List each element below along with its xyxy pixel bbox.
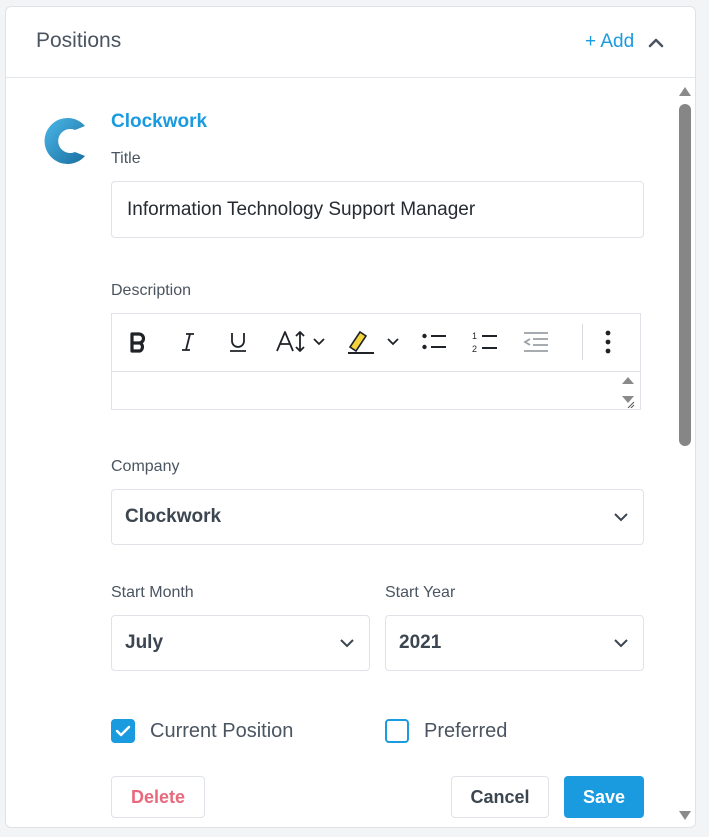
save-button[interactable]: Save [564,776,644,818]
editor-toolbar: 12 [112,314,640,372]
positions-card: Positions + Add Clockwork Title Descript… [5,6,696,828]
scrollbar-thumb[interactable] [679,104,691,446]
outdent-icon[interactable] [520,326,552,358]
company-name-link[interactable]: Clockwork [111,111,207,133]
highlight-icon[interactable] [344,326,404,358]
chevron-down-icon [340,639,354,648]
company-select[interactable]: Clockwork [111,489,644,545]
preferred-label: Preferred [424,720,508,742]
svg-text:1: 1 [472,331,477,341]
numbered-list-icon[interactable]: 12 [469,326,501,358]
chevron-up-icon[interactable] [646,33,666,53]
title-label: Title [111,150,141,167]
company-label: Company [111,458,180,475]
svg-text:2: 2 [472,344,477,354]
start-year-label: Start Year [385,584,456,601]
title-input[interactable] [111,181,644,238]
chevron-down-icon [614,513,628,522]
current-position-label: Current Position [150,720,294,742]
italic-icon[interactable] [172,326,204,358]
more-icon[interactable] [592,326,624,358]
start-month-select[interactable]: July [111,615,370,671]
font-size-icon[interactable] [272,326,332,358]
company-logo [39,114,93,168]
preferred-checkbox[interactable] [385,719,409,743]
start-year-value: 2021 [399,632,442,653]
checkmark-icon [115,725,131,737]
resize-handle-icon [622,377,635,408]
cancel-button[interactable]: Cancel [451,776,549,818]
add-position-link[interactable]: + Add [585,31,634,53]
bold-icon[interactable] [122,326,154,358]
scroll-down-arrow[interactable] [678,809,692,821]
bullet-list-icon[interactable] [418,326,450,358]
toolbar-separator [582,324,583,360]
scroll-up-arrow[interactable] [678,84,692,96]
chevron-down-icon [614,639,628,648]
delete-button[interactable]: Delete [111,776,205,818]
card-title: Positions [36,29,122,52]
start-month-label: Start Month [111,584,194,601]
company-select-value: Clockwork [125,506,222,527]
description-editor: 12 [111,313,641,410]
card-header: Positions + Add [6,7,695,78]
start-month-value: July [125,632,164,653]
description-text-area[interactable] [112,371,640,409]
start-year-select[interactable]: 2021 [385,615,644,671]
description-label: Description [111,282,192,299]
underline-icon[interactable] [222,326,254,358]
current-position-checkbox[interactable] [111,719,135,743]
